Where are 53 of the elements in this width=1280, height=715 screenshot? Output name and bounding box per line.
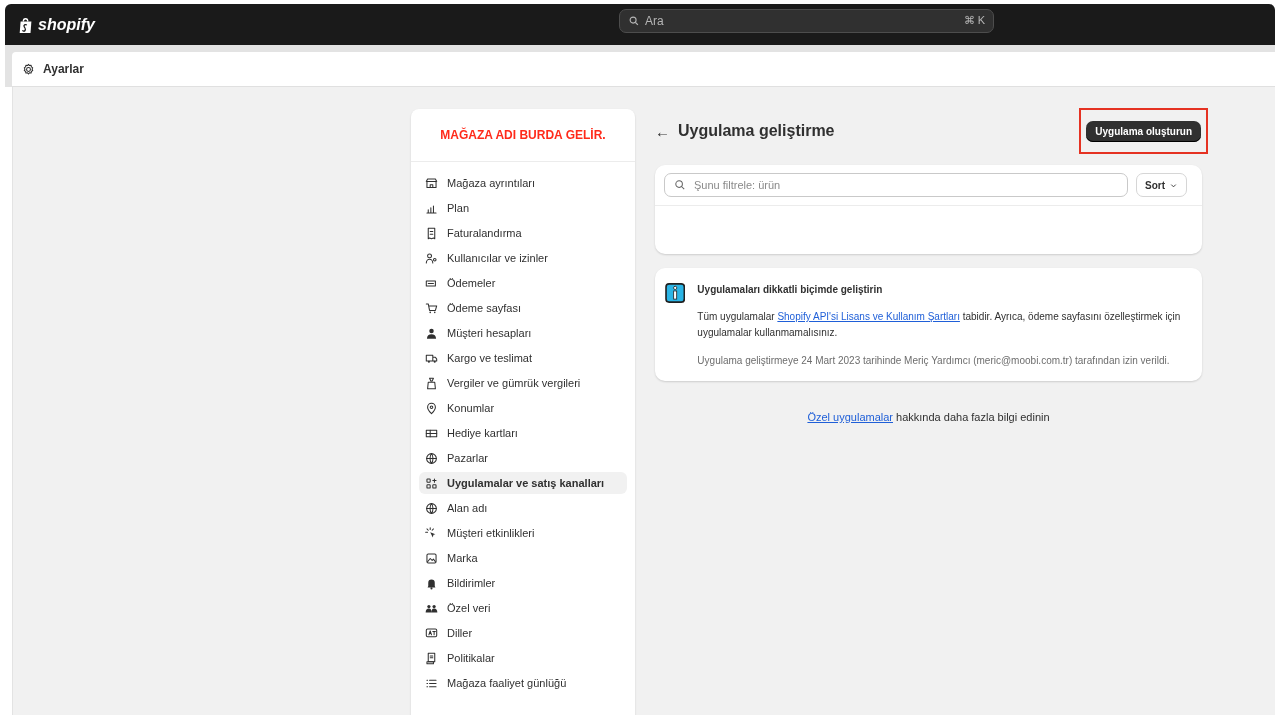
settings-icon: [22, 62, 35, 76]
sidebar-item[interactable]: Uygulamalar ve satış kanalları: [419, 472, 627, 494]
notice-title: Uygulamaları dikkatli biçimde geliştirin: [697, 284, 884, 295]
permission-text: Uygulama geliştirmeye 24 Mart 2023 tarihinde Meriç Yardımcı (meric@moobi.com.tr) tarafından izin verildi.: [697, 354, 1171, 368]
sidebar-item[interactable]: Plan: [419, 197, 627, 219]
store-name: MAĞAZA ADI BURDA GELİR.: [440, 128, 606, 142]
sidebar-item[interactable]: Ödeme sayfası: [419, 297, 627, 319]
page-heading: Uygulama geliştirme: [678, 122, 836, 140]
back-arrow[interactable]: ←: [655, 122, 670, 140]
globe-icon: [425, 501, 438, 515]
sidebar-item[interactable]: Diller: [419, 622, 627, 644]
sidebar-item[interactable]: Mağaza ayrıntıları: [419, 172, 627, 194]
page-title: Ayarlar: [43, 62, 84, 76]
sidebar-item[interactable]: Müşteri hesapları: [419, 322, 627, 344]
sidebar-item[interactable]: Ödemeler: [419, 272, 627, 294]
sidebar-item[interactable]: Alan adı: [419, 497, 627, 519]
sidebar-item[interactable]: Vergiler ve gümrük vergileri: [419, 372, 627, 394]
apps-icon: [425, 476, 438, 490]
sidebar-item[interactable]: Pazarlar: [419, 447, 627, 469]
sort-button[interactable]: Sort: [1136, 173, 1187, 197]
search-icon: [628, 15, 640, 27]
sidebar-item[interactable]: Konumlar: [419, 397, 627, 419]
info-icon: [665, 280, 686, 306]
create-app-button[interactable]: Uygulama oluşturun: [1086, 121, 1201, 142]
sidebar-item[interactable]: Kullanıcılar ve izinler: [419, 247, 627, 269]
sidebar-item[interactable]: Mağaza faaliyet günlüğü: [419, 672, 627, 694]
terms-link[interactable]: Shopify API'si Lisans ve Kullanım Şartları: [777, 311, 960, 322]
search-icon: [674, 179, 686, 191]
notice-text: Tüm uygulamalar Shopify API'si Lisans ve Kullanım Şartları tabidir. Ayrıca, ödeme sayfasını özelleştirmek için uygulamalar kullanmamalısınız.: [697, 310, 1182, 340]
globe-icon: [425, 451, 438, 465]
logo-text: shopify: [38, 15, 95, 34]
learn-more-text: Özel uygulamalar hakkında daha fazla bilgi edinin: [806, 411, 1051, 423]
custom-apps-link[interactable]: Özel uygulamalar: [807, 411, 893, 423]
sidebar-item[interactable]: Kargo ve teslimat: [419, 347, 627, 369]
users-icon: [425, 251, 438, 265]
sidebar-item[interactable]: Hediye kartları: [419, 422, 627, 444]
person-icon: [425, 326, 438, 340]
sidebar-item[interactable]: Bildirimler: [419, 572, 627, 594]
bag-icon: [425, 376, 438, 390]
translate-icon: [425, 626, 438, 640]
cart-icon: [425, 301, 438, 315]
sidebar-item[interactable]: Faturalandırma: [419, 222, 627, 244]
image-icon: [425, 551, 438, 565]
sidebar-item[interactable]: Politikalar: [419, 647, 627, 669]
store-icon: [425, 176, 438, 190]
filter-field[interactable]: Şunu filtrele: ürün: [664, 173, 1128, 197]
receipt-icon: [425, 226, 438, 240]
sidebar-item[interactable]: Müşteri etkinlikleri: [419, 522, 627, 544]
document-icon: [425, 651, 438, 665]
keyboard-shortcut: ⌘ K: [963, 14, 985, 27]
pin-icon: [425, 401, 438, 415]
sidebar-item[interactable]: Özel veri: [419, 597, 627, 619]
sidebar-item[interactable]: Marka: [419, 547, 627, 569]
